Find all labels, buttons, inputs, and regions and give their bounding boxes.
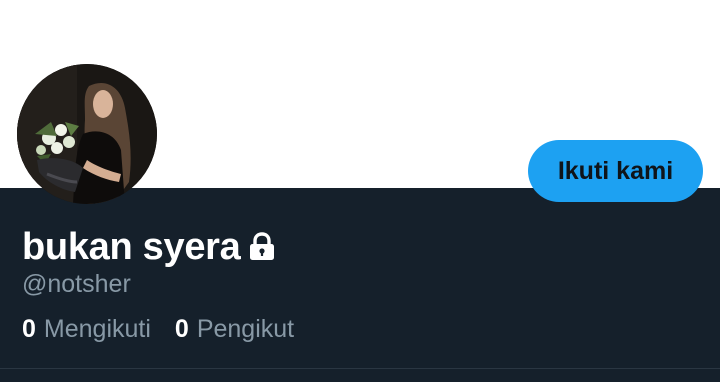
following-label: Mengikuti xyxy=(43,315,151,343)
following-stat[interactable]: 0 Mengikuti xyxy=(22,315,151,344)
section-divider xyxy=(0,368,720,369)
followers-count: 0 xyxy=(174,315,189,343)
display-name: bukan syera xyxy=(22,225,241,268)
profile-page: Ikuti kami bukan syera @notsher 0 Mengik… xyxy=(0,0,720,382)
follow-button[interactable]: Ikuti kami xyxy=(528,140,703,202)
profile-stats: 0 Mengikuti 0 Pengikut xyxy=(22,315,318,344)
display-name-row: bukan syera xyxy=(22,222,276,272)
followers-label: Pengikut xyxy=(196,315,295,343)
lock-icon xyxy=(248,232,276,262)
followers-stat[interactable]: 0 Pengikut xyxy=(175,315,294,344)
avatar-photo xyxy=(17,64,157,204)
following-count: 0 xyxy=(22,315,36,343)
avatar[interactable] xyxy=(17,64,157,204)
handle: @notsher xyxy=(22,270,131,298)
